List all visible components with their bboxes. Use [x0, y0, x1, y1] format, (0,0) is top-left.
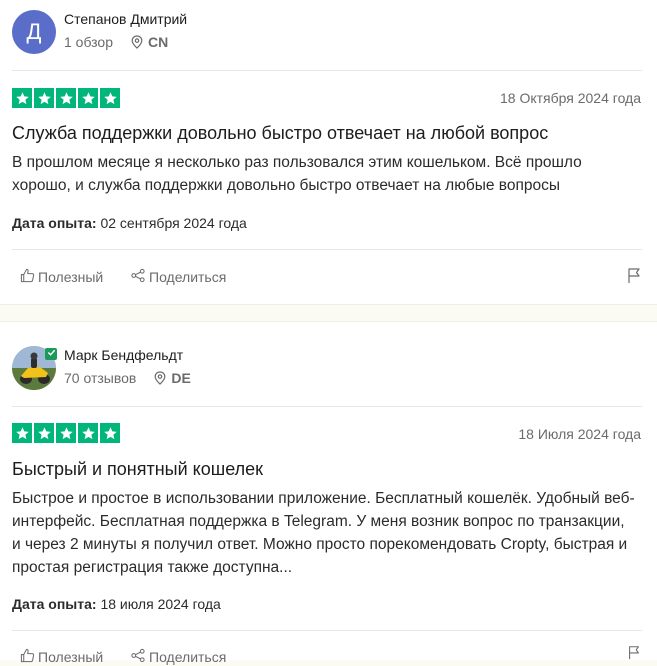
divider [12, 249, 642, 250]
review-body: В прошлом месяце я несколько раз пользов… [12, 154, 582, 194]
useful-button[interactable]: Полезный [20, 648, 103, 666]
star-icon [34, 423, 54, 443]
useful-button[interactable]: Полезный [20, 268, 103, 286]
review-body: Быстрое и простое в использовании прилож… [12, 490, 635, 576]
share-button[interactable]: Поделиться [130, 648, 226, 666]
share-icon [130, 648, 146, 666]
check-icon [47, 349, 55, 356]
reviewer-name[interactable]: Марк Бендфельдт [64, 347, 183, 363]
review-card: Д Степанов Дмитрий 1 обзор CN 18 Октября… [0, 0, 657, 304]
star-icon [100, 423, 120, 443]
share-label: Поделиться [149, 649, 227, 665]
star-rating [12, 88, 120, 108]
share-icon [130, 268, 146, 286]
experience-date: Дата опыта: 02 сентября 2024 года [12, 215, 247, 231]
experience-label: Дата опыта: [12, 596, 97, 612]
review-date: 18 Июля 2024 года [518, 426, 641, 442]
location-pin-icon [154, 371, 166, 385]
thumbs-up-icon [20, 268, 35, 286]
experience-value: 02 сентября 2024 года [100, 215, 247, 231]
avatar-letter: Д [26, 19, 42, 44]
star-icon [56, 423, 76, 443]
experience-label: Дата опыта: [12, 215, 97, 231]
star-icon [12, 423, 32, 443]
useful-label: Полезный [38, 649, 104, 665]
star-icon [78, 88, 98, 108]
reviewer-meta: 1 обзор CN [64, 34, 168, 50]
review-title[interactable]: Служба поддержки довольно быстро отвечае… [12, 123, 548, 144]
star-icon [100, 88, 120, 108]
report-button[interactable] [627, 267, 641, 289]
divider [12, 406, 642, 407]
flag-icon [627, 646, 641, 664]
share-button[interactable]: Поделиться [130, 268, 226, 286]
reviewer-name[interactable]: Степанов Дмитрий [64, 11, 187, 27]
experience-date: Дата опыта: 18 июля 2024 года [12, 596, 221, 612]
flag-icon [627, 268, 641, 288]
star-rating [12, 423, 120, 443]
avatar[interactable]: Д [12, 10, 56, 54]
report-button[interactable] [627, 645, 641, 665]
review-count: 70 отзывов [64, 370, 137, 386]
review-title[interactable]: Быстрый и понятный кошелек [12, 459, 263, 480]
reviewer-country: CN [148, 34, 169, 50]
divider [12, 630, 642, 631]
reviewer-country: DE [171, 370, 191, 386]
star-icon [78, 423, 98, 443]
star-icon [56, 88, 76, 108]
divider [12, 70, 642, 71]
thumbs-up-icon [20, 648, 35, 666]
review-separator [0, 304, 657, 322]
review-card: Марк Бендфельдт 70 отзывов DE 18 Июля 20… [0, 322, 657, 665]
verified-badge [45, 348, 57, 360]
reviewer-meta: 70 отзывов DE [64, 370, 191, 386]
location-pin-icon [131, 35, 143, 49]
share-label: Поделиться [149, 269, 227, 285]
star-icon [12, 88, 32, 108]
useful-label: Полезный [38, 269, 104, 285]
review-count: 1 обзор [64, 34, 114, 50]
review-date: 18 Октября 2024 года [499, 90, 641, 106]
experience-value: 18 июля 2024 года [100, 596, 221, 612]
star-icon [34, 88, 54, 108]
